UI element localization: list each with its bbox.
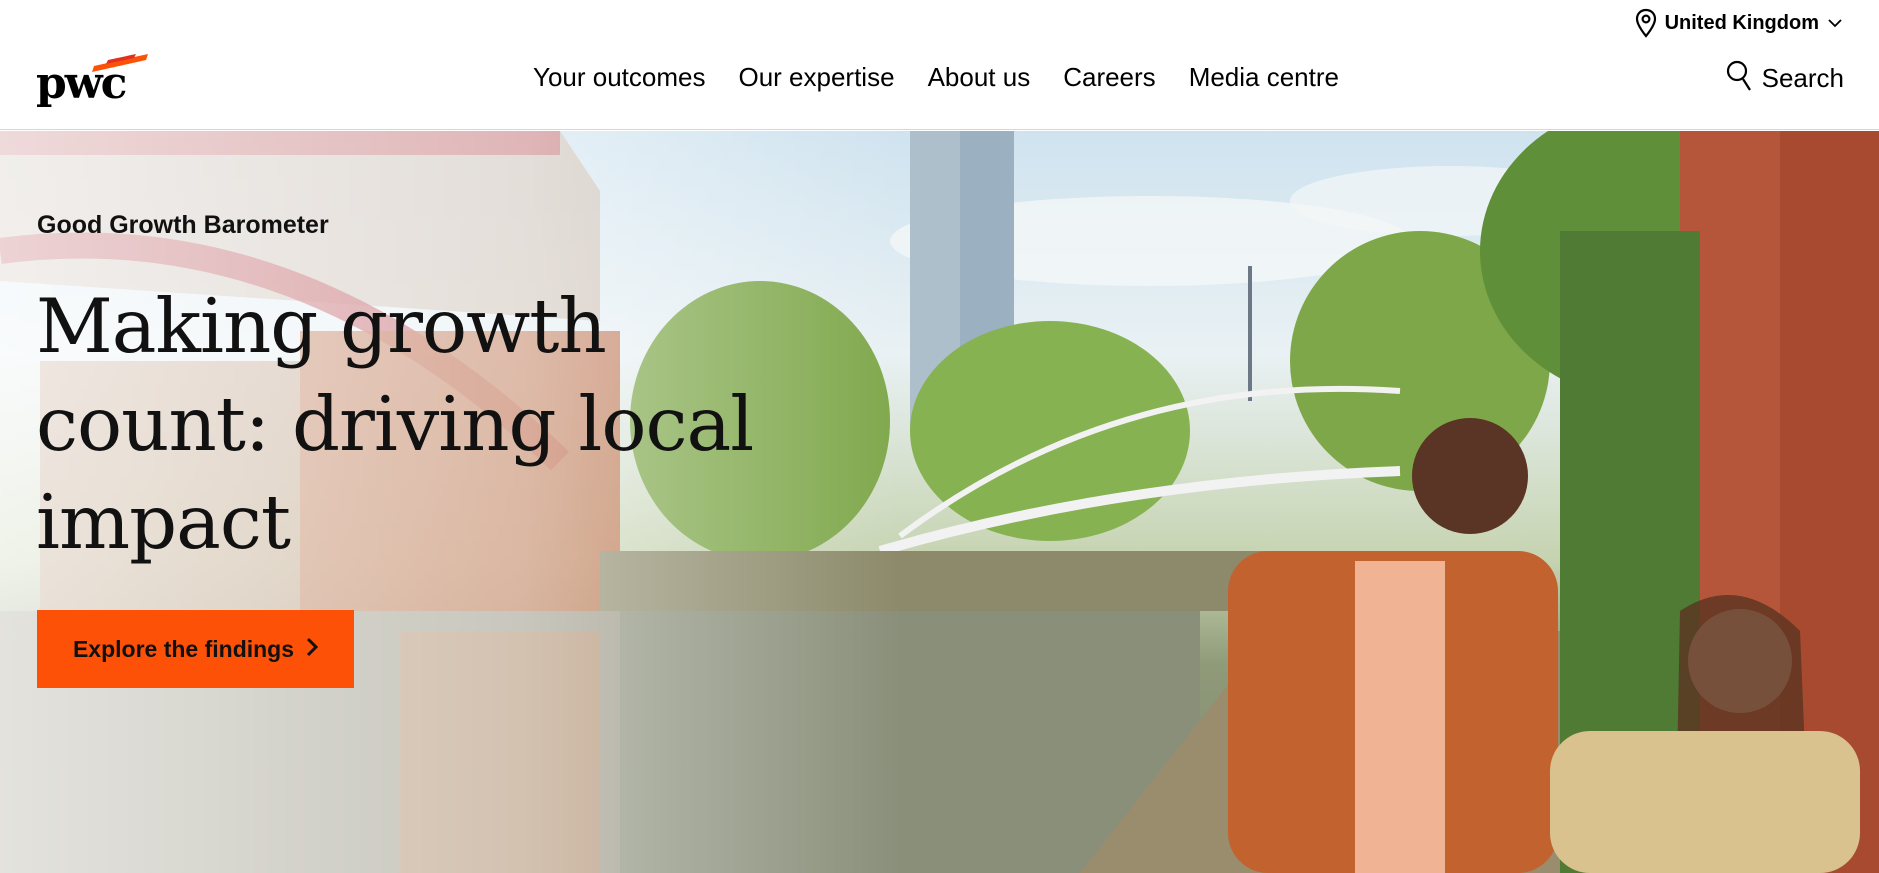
nav-careers[interactable]: Careers [1063,62,1155,93]
country-label: United Kingdom [1664,11,1819,34]
cta-label: Explore the findings [72,635,295,662]
search-icon [1726,60,1752,97]
chevron-down-icon [1827,18,1843,28]
search-button[interactable]: Search [1726,60,1844,97]
chevron-right-icon [306,636,319,663]
hero-banner: Good Growth Barometer Making growth coun… [0,131,1879,873]
hero-eyebrow: Good Growth Barometer [37,211,329,239]
hero-headline: Making growth count: driving local impac… [36,282,754,566]
logo-accent-mark [92,54,148,72]
nav-our-expertise[interactable]: Our expertise [738,62,894,93]
location-pin-icon [1635,8,1657,38]
pwc-logo[interactable]: pwc [36,52,148,108]
nav-your-outcomes[interactable]: Your outcomes [533,62,705,93]
explore-findings-button[interactable]: Explore the findings [37,610,354,688]
search-label: Search [1761,63,1844,93]
utility-bar: United Kingdom [1635,0,1879,46]
site-header: pwc Your outcomes Our expertise About us… [0,46,1879,130]
nav-media-centre[interactable]: Media centre [1189,62,1339,93]
main-nav: Your outcomes Our expertise About us Car… [533,62,1339,93]
country-selector[interactable]: United Kingdom [1635,8,1843,38]
nav-about-us[interactable]: About us [928,62,1031,93]
